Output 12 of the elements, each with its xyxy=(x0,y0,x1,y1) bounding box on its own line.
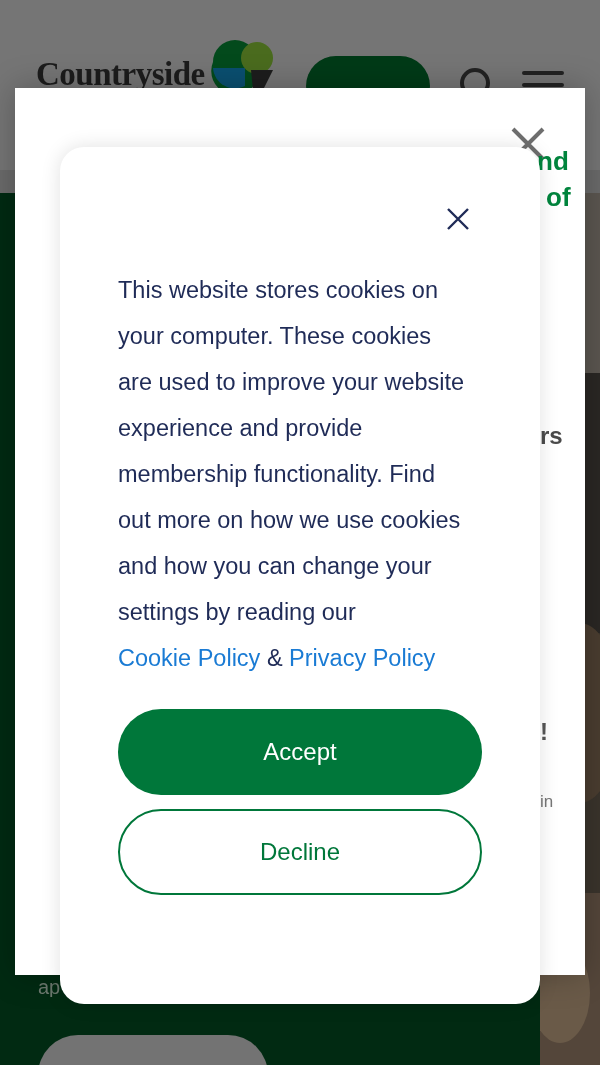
close-button[interactable] xyxy=(446,207,470,231)
text-fragment: ! xyxy=(540,718,548,746)
accept-button[interactable]: Accept xyxy=(118,709,482,795)
cookie-message: This website stores cookies on your computer. These cookies are used to improve your website experience and provide membership functionality. Find out more on how we use cookies and how you can change your settings by reading our Cookie Policy & Privacy Policy xyxy=(118,276,466,673)
policy-link[interactable]: Privacy Policy xyxy=(289,645,436,671)
decline-button[interactable]: Decline xyxy=(118,809,482,895)
text-fragment: in xyxy=(540,792,554,812)
policy-link[interactable]: Cookie Policy xyxy=(118,645,261,671)
text-fragment: rs xyxy=(540,422,563,450)
text-fragment: of xyxy=(546,182,571,213)
logo-text: Countryside xyxy=(36,58,205,91)
text-fragment: nd xyxy=(537,146,569,177)
